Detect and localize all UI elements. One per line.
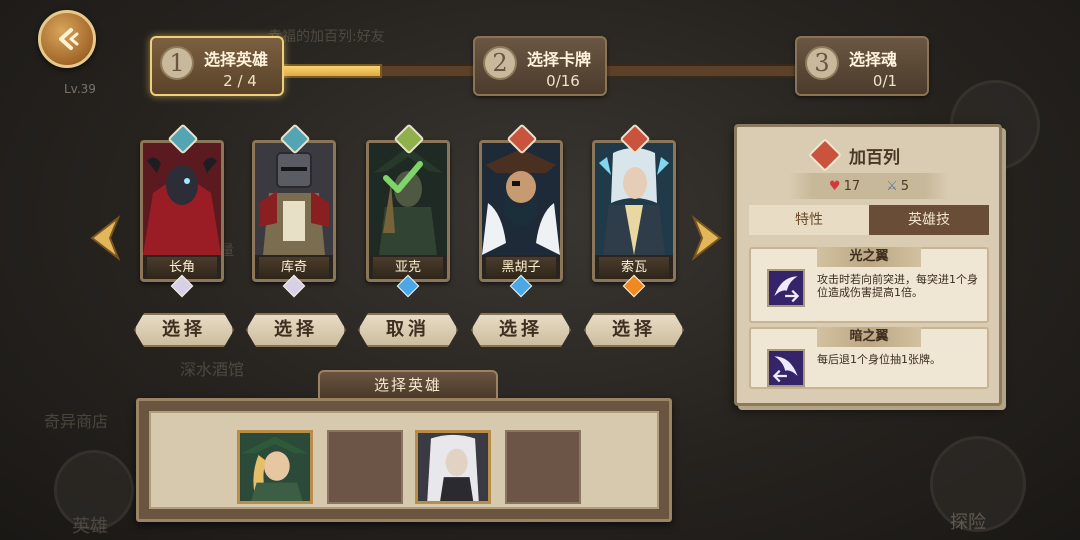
skill-description: 每后退1个身位抽1张牌。 <box>817 353 941 366</box>
hero-portrait <box>255 143 333 255</box>
selected-heroes-tray <box>149 411 659 509</box>
step-count: 0/1 <box>872 72 898 90</box>
hero-slot-filled[interactable] <box>415 430 491 504</box>
step-title: 选择英雄 <box>204 50 269 69</box>
hero-slot-empty[interactable] <box>327 430 403 504</box>
panel-header: 加百列 <box>737 137 999 177</box>
selected-check-icon <box>383 161 423 193</box>
friend-hint: 幸福的加百列:好友 <box>268 29 385 45</box>
hero-label: 英雄 <box>72 516 108 537</box>
back-arrow-icon <box>59 28 79 50</box>
shop-label: 奇异商店 <box>44 412 109 431</box>
hero-portrait <box>482 143 560 255</box>
select-hero-button[interactable]: 选择 <box>134 313 234 347</box>
hero-portrait <box>595 143 673 255</box>
step-select-soul[interactable]: 3 选择魂 0/1 <box>795 36 929 96</box>
hero-frame: 长角 <box>140 140 224 282</box>
hero-card-yake[interactable]: 亚克 <box>362 123 454 298</box>
explore-label: 探险 <box>950 512 986 533</box>
attack-value: 5 <box>900 178 910 194</box>
light-wing-icon <box>767 269 805 307</box>
hero-slot-filled[interactable] <box>237 430 313 504</box>
dark-wing-icon <box>767 349 805 387</box>
hero-card-changjiao[interactable]: 长角 <box>136 123 228 298</box>
selected-heroes-box <box>136 398 672 522</box>
skill-title: 暗之翼 <box>817 327 921 347</box>
step-count: 0/16 <box>546 72 580 90</box>
next-arrow-icon[interactable] <box>688 214 726 262</box>
selection-title: 选择英雄 <box>318 370 498 400</box>
tavern-label: 深水酒馆 <box>180 360 245 379</box>
step-progress-fill <box>270 64 382 78</box>
select-hero-button[interactable]: 选择 <box>584 313 684 347</box>
step-count: 2 / 4 <box>223 72 257 90</box>
prev-arrow-icon[interactable] <box>86 214 124 262</box>
hp-value: 17 <box>843 178 861 194</box>
skill-description: 攻击时若向前突进，每突进1个身位造成伤害提高1倍。 <box>817 273 978 299</box>
panel-hero-name: 加百列 <box>849 148 900 168</box>
hero-portrait <box>143 143 221 255</box>
step-number: 2 <box>483 46 517 80</box>
panel-tabs: 特性 英雄技 <box>749 205 989 235</box>
hero-card-kuqi[interactable]: 库奇 <box>248 123 340 298</box>
attack-stat: ⚔ 5 <box>886 179 909 194</box>
back-button[interactable] <box>38 10 96 68</box>
select-hero-button[interactable]: 选择 <box>471 313 571 347</box>
sword-icon: ⚔ <box>886 178 898 194</box>
player-level: Lv.39 <box>64 82 96 96</box>
hero-card-heihuzi[interactable]: 黑胡子 <box>475 123 567 298</box>
tab-hero-skill[interactable]: 英雄技 <box>869 205 989 235</box>
tab-traits[interactable]: 特性 <box>749 205 869 235</box>
cancel-hero-button[interactable]: 取消 <box>358 313 458 347</box>
stat-row: ♥ 17 ⚔ 5 <box>789 173 949 199</box>
hero-slot-empty[interactable] <box>505 430 581 504</box>
hero-portrait <box>240 433 310 501</box>
step-select-hero[interactable]: 1 选择英雄 2 / 4 <box>150 36 284 96</box>
hero-portrait <box>418 433 488 501</box>
select-hero-button[interactable]: 选择 <box>246 313 346 347</box>
hero-detail-panel: 加百列 ♥ 17 ⚔ 5 特性 英雄技 光之翼 攻击时若向前突进，每突进1个身位… <box>734 124 1002 406</box>
heart-icon: ♥ <box>828 178 841 194</box>
hero-card-suowa[interactable]: 索瓦 <box>588 123 680 298</box>
hero-frame: 黑胡子 <box>479 140 563 282</box>
skill-card: 暗之翼 每后退1个身位抽1张牌。 <box>749 327 989 389</box>
skill-title: 光之翼 <box>817 247 921 267</box>
step-title: 选择魂 <box>849 50 898 69</box>
hero-frame: 库奇 <box>252 140 336 282</box>
step-select-cards[interactable]: 2 选择卡牌 0/16 <box>473 36 607 96</box>
class-badge-icon <box>808 138 842 172</box>
hp-stat: ♥ 17 <box>829 179 860 194</box>
step-number: 3 <box>805 46 839 80</box>
step-number: 1 <box>160 46 194 80</box>
skill-card: 光之翼 攻击时若向前突进，每突进1个身位造成伤害提高1倍。 <box>749 247 989 323</box>
step-title: 选择卡牌 <box>527 50 592 69</box>
hero-frame: 索瓦 <box>592 140 676 282</box>
